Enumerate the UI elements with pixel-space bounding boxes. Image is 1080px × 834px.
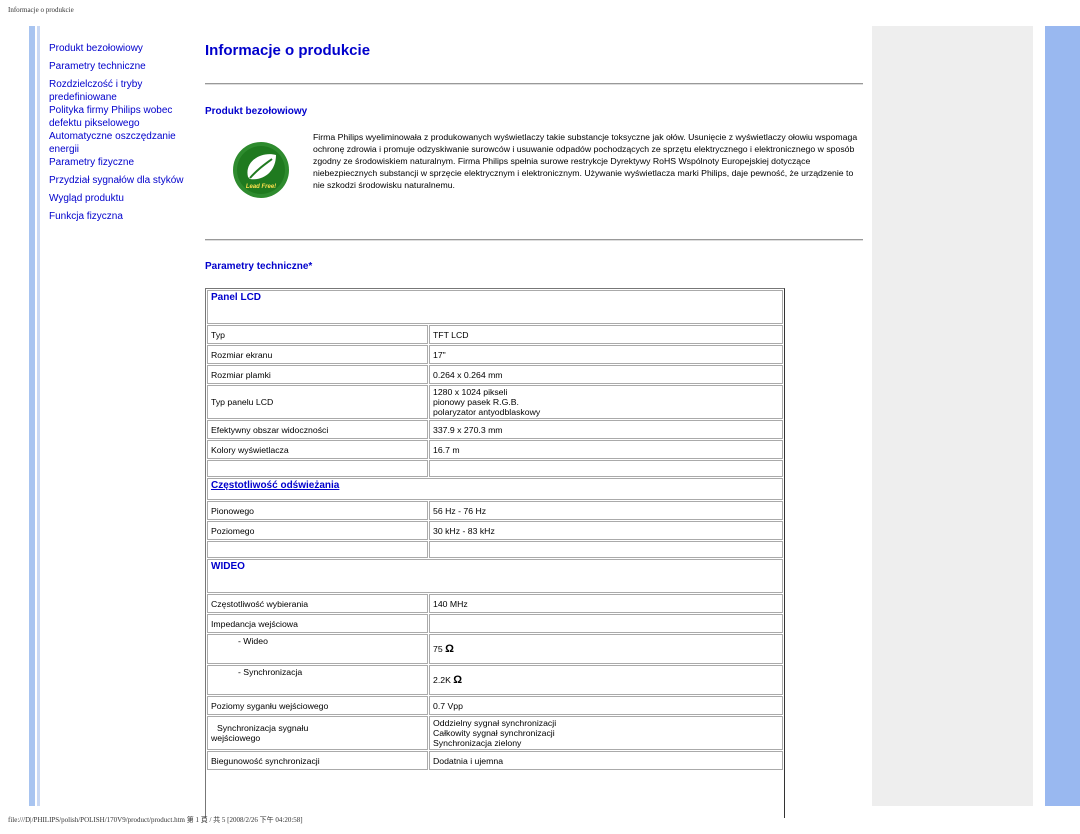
- sidebar-item-pin-assignment[interactable]: Przydział sygnałów dla styków: [49, 174, 199, 187]
- table-row: Rozmiar plamki 0.264 x 0.264 mm: [207, 365, 783, 384]
- right-decor-panel: [872, 26, 1033, 806]
- spec-table-container: Panel LCD Typ TFT LCD Rozmiar ekranu 17" R…: [205, 288, 785, 818]
- table-row: Poziomego 30 kHz - 83 kHz: [207, 521, 783, 540]
- ohm-symbol: Ω: [453, 674, 463, 686]
- video-group-title: WIDEO: [207, 559, 783, 593]
- spec-key: - Wideo: [207, 634, 428, 664]
- spec-value: 30 kHz - 83 kHz: [429, 521, 783, 540]
- spec-value: 0.264 x 0.264 mm: [429, 365, 783, 384]
- table-row: Rozmiar ekranu 17": [207, 345, 783, 364]
- lead-free-body: Firma Philips wyeliminowała z produkowan…: [313, 132, 858, 190]
- sidebar-item-power-saving[interactable]: Automatyczne oszczędzanie energii: [49, 130, 199, 156]
- spec-key: - Synchronizacja: [207, 665, 428, 695]
- spec-table: Panel LCD Typ TFT LCD Rozmiar ekranu 17" R…: [206, 289, 784, 771]
- table-row: - Wideo 75 Ω: [207, 634, 783, 664]
- table-row: Synchronizacja sygnału wejściowego Oddziel…: [207, 716, 783, 750]
- table-row-empty: [207, 541, 783, 558]
- sidebar-item-specs[interactable]: Parametry techniczne: [49, 60, 199, 73]
- sidebar-item-lead-free[interactable]: Produkt bezołowiowy: [49, 42, 199, 55]
- spec-value: TFT LCD: [429, 325, 783, 344]
- table-row: Efektywny obszar widoczności 337.9 x 270.…: [207, 420, 783, 439]
- spec-value: 1280 x 1024 pikseli pionowy pasek R.G.B. p…: [429, 385, 783, 419]
- table-row: Częstotliwość wybierania 140 MHz: [207, 594, 783, 613]
- spec-key: Typ: [207, 325, 428, 344]
- lead-free-section: Lead Free! Firma Philips wyeliminowała z…: [205, 129, 863, 239]
- spec-value: 16.7 m: [429, 440, 783, 459]
- spec-key: Poziomego: [207, 521, 428, 540]
- spec-key: Częstotliwość wybierania: [207, 594, 428, 613]
- spec-value: Dodatnia i ujemna: [429, 751, 783, 770]
- sidebar-item-pixel-policy[interactable]: Polityka firmy Philips wobec defektu pik…: [49, 104, 199, 130]
- left-decor-bar-thin: [37, 26, 40, 806]
- table-row: - Synchronizacja 2.2K Ω: [207, 665, 783, 695]
- table-row: Typ TFT LCD: [207, 325, 783, 344]
- spec-key: Impedancja wejściowa: [207, 614, 428, 633]
- page-footer: file:///D|/PHILIPS/polish/POLISH/170V9/p…: [8, 816, 303, 824]
- sidebar-item-product-views[interactable]: Wygląd produktu: [49, 192, 199, 205]
- sidebar-item-resolution[interactable]: Rozdzielczość i tryby predefiniowane: [49, 78, 199, 104]
- spec-key: Rozmiar ekranu: [207, 345, 428, 364]
- right-decor-gap: [1033, 26, 1045, 806]
- spec-key: Pionowego: [207, 501, 428, 520]
- ohm-symbol: Ω: [445, 643, 454, 655]
- table-row: Poziomy syganłu wejściowego 0.7 Vpp: [207, 696, 783, 715]
- table-row: Typ panelu LCD 1280 x 1024 pikseli pionowy…: [207, 385, 783, 419]
- spec-key: Biegunowość synchronizacji: [207, 751, 428, 770]
- spec-value: 337.9 x 270.3 mm: [429, 420, 783, 439]
- lead-free-heading: Produkt bezołowiowy: [205, 106, 308, 117]
- table-row: Impedancja wejściowa: [207, 614, 783, 633]
- right-decor-bar: [1045, 26, 1080, 806]
- table-row: Biegunowość synchronizacji Dodatnia i uje…: [207, 751, 783, 770]
- specs-heading: Parametry techniczne*: [205, 261, 313, 272]
- spec-value: 0.7 Vpp: [429, 696, 783, 715]
- main-content: Informacje o produkcie Produkt bezołowio…: [205, 40, 863, 818]
- sidebar-item-physical-function[interactable]: Funkcja fizyczna: [49, 210, 199, 223]
- spec-value: 75 Ω: [429, 634, 783, 664]
- left-decor-bar: [29, 26, 35, 806]
- lead-free-logo-text: Lead Free!: [246, 184, 276, 190]
- page-header: Informacje o produkcie: [8, 6, 74, 14]
- spec-key: Typ panelu LCD: [207, 385, 428, 419]
- spec-key: Synchronizacja sygnału wejściowego: [207, 716, 428, 750]
- panel-group-title: Panel LCD: [207, 290, 783, 324]
- refresh-group-title: Częstotliwość odświeżania: [207, 478, 783, 500]
- spec-value: 56 Hz - 76 Hz: [429, 501, 783, 520]
- spec-key: Kolory wyświetlacza: [207, 440, 428, 459]
- table-row: Kolory wyświetlacza 16.7 m: [207, 440, 783, 459]
- spec-value: [429, 614, 783, 633]
- spec-key: Poziomy syganłu wejściowego: [207, 696, 428, 715]
- spec-value: 17": [429, 345, 783, 364]
- lead-free-logo: Lead Free!: [233, 142, 289, 198]
- spec-key: Efektywny obszar widoczności: [207, 420, 428, 439]
- table-row: Pionowego 56 Hz - 76 Hz: [207, 501, 783, 520]
- spec-value: 2.2K Ω: [429, 665, 783, 695]
- spec-key: Rozmiar plamki: [207, 365, 428, 384]
- page-title: Informacje o produkcie: [205, 42, 371, 59]
- sidebar-nav: Produkt bezołowiowy Parametry techniczne…: [49, 42, 199, 228]
- spec-value: Oddzielny sygnał synchronizacji Całkowity…: [429, 716, 783, 750]
- spec-value: 140 MHz: [429, 594, 783, 613]
- sidebar-item-physical[interactable]: Parametry fizyczne: [49, 156, 199, 169]
- table-row-empty: [207, 460, 783, 477]
